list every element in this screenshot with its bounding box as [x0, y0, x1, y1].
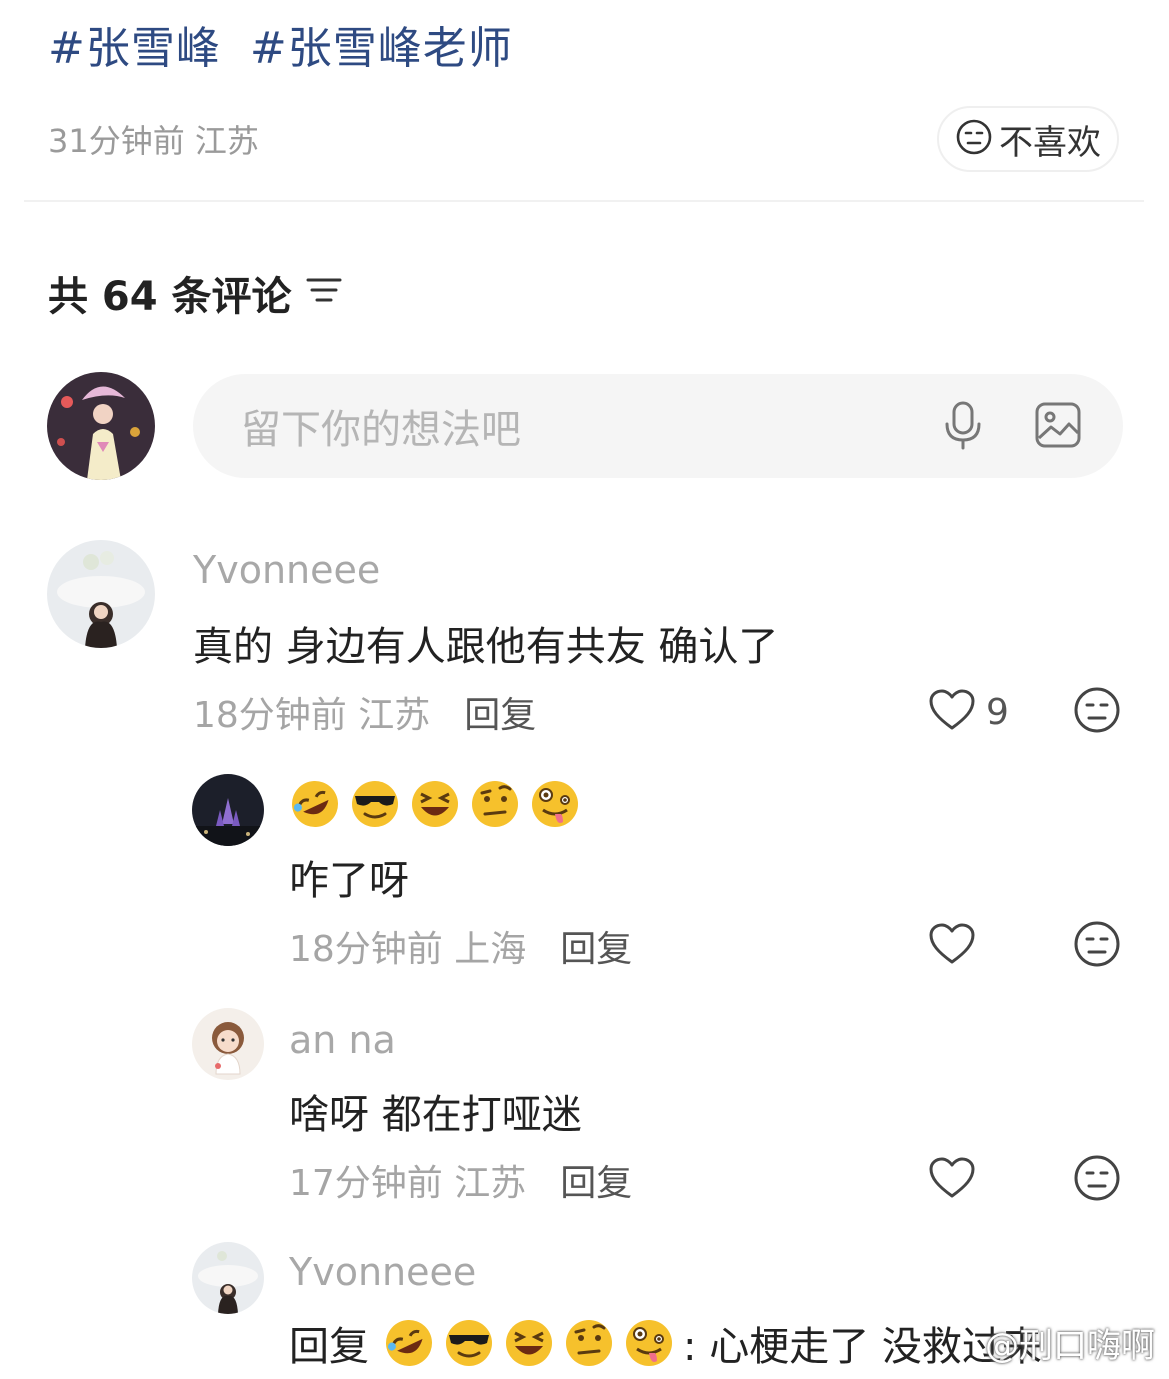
filter-lines-icon[interactable]	[304, 270, 344, 316]
comment-username[interactable]: an na	[289, 1018, 396, 1062]
zany-face-emoji-icon	[529, 778, 581, 830]
comment-text-line: 回复 : 心梗走了 没救过来	[289, 1314, 1042, 1372]
emoji-line	[289, 778, 589, 830]
comment-count-label: 共 64 条评论	[48, 274, 292, 320]
comment-count-header: 共 64 条评论	[48, 264, 344, 322]
like-count: 9	[986, 691, 1009, 733]
neutral-face-icon[interactable]	[1073, 1154, 1121, 1206]
reply-prefix: 回复	[289, 1324, 369, 1370]
comment-meta: 18分钟前 上海 回复	[289, 920, 632, 972]
post-hashtags: #张雪峰 #张雪峰老师	[48, 12, 527, 76]
rofl-emoji-icon	[383, 1317, 435, 1369]
image-icon[interactable]	[1033, 400, 1083, 454]
comment-input-placeholder: 留下你的想法吧	[241, 407, 521, 453]
raised-eyebrow-emoji-icon	[563, 1317, 615, 1369]
comment-username[interactable]: Yvonneee	[193, 548, 380, 592]
rofl-emoji-icon	[289, 778, 341, 830]
avatar[interactable]	[192, 1242, 264, 1314]
heart-icon[interactable]	[928, 922, 976, 970]
like-button[interactable]: 9	[928, 688, 1009, 736]
avatar[interactable]	[47, 540, 155, 648]
neutral-face-icon	[955, 118, 993, 160]
avatar[interactable]	[192, 1008, 264, 1080]
avatar[interactable]	[192, 774, 264, 846]
post-time-location: 31分钟前 江苏	[48, 122, 259, 160]
raised-eyebrow-emoji-icon	[469, 778, 521, 830]
comment-time-location: 18分钟前 上海	[289, 929, 527, 970]
zany-face-emoji-icon	[623, 1317, 675, 1369]
heart-icon[interactable]	[928, 1156, 976, 1204]
comment-text: 真的 身边有人跟他有共友 确认了	[193, 624, 779, 670]
sunglasses-emoji-icon	[349, 778, 401, 830]
laughing-emoji-icon	[503, 1317, 555, 1369]
my-avatar[interactable]	[47, 372, 155, 480]
sunglasses-emoji-icon	[443, 1317, 495, 1369]
comment-meta: 18分钟前 江苏 回复	[193, 686, 536, 738]
comment-time-location: 18分钟前 江苏	[193, 695, 431, 736]
reply-button[interactable]: 回复	[464, 686, 536, 738]
watermark: @刑口嗨啊	[985, 1326, 1155, 1366]
reply-button[interactable]: 回复	[560, 1154, 632, 1206]
divider	[24, 200, 1144, 202]
neutral-face-icon[interactable]	[1073, 920, 1121, 972]
microphone-icon[interactable]	[941, 400, 985, 456]
laughing-emoji-icon	[409, 778, 461, 830]
heart-icon	[928, 688, 976, 736]
comment-meta: 17分钟前 江苏 回复	[289, 1154, 632, 1206]
hashtag-link[interactable]: #张雪峰	[48, 23, 221, 74]
comment-username[interactable]: Yvonneee	[289, 1250, 476, 1294]
reply-button[interactable]: 回复	[560, 920, 632, 972]
neutral-face-icon[interactable]	[1073, 686, 1121, 738]
comment-text: 咋了呀	[289, 858, 409, 904]
comment-text: 啥呀 都在打哑迷	[289, 1092, 582, 1138]
comment-input[interactable]: 留下你的想法吧	[193, 374, 1123, 478]
hashtag-link[interactable]: #张雪峰老师	[250, 23, 513, 74]
comment-time-location: 17分钟前 江苏	[289, 1163, 527, 1204]
dislike-button[interactable]: 不喜欢	[937, 106, 1119, 172]
dislike-label: 不喜欢	[999, 122, 1101, 163]
